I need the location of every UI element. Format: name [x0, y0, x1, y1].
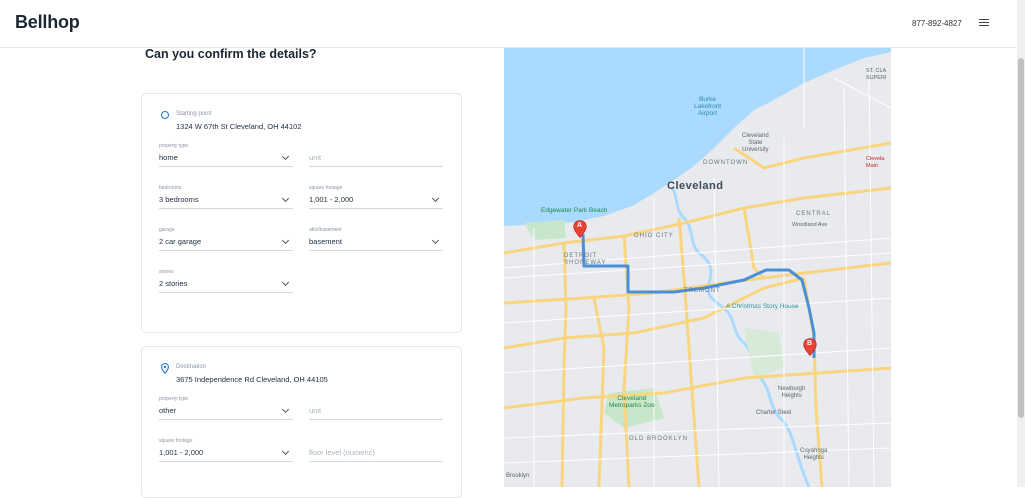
map-label-brooklyn: Brooklyn	[506, 473, 530, 479]
page-title: Can you confirm the details?	[145, 47, 317, 61]
map-label-edgewater: Edgewater Park Beach	[541, 207, 608, 214]
field-underline	[159, 419, 293, 420]
dest-sqft-select[interactable]: 1,001 - 2,000	[159, 448, 203, 457]
map-label-detroit-shoreway: DETROIT SHOREWAY	[564, 253, 607, 266]
marker-a-label: A	[577, 222, 583, 229]
start-stories-select[interactable]: 2 stories	[159, 279, 187, 288]
start-attic-select[interactable]: basement	[309, 237, 342, 246]
field-underline	[159, 461, 293, 462]
starting-address: 1324 W 67th St Cleveland, OH 44102	[176, 122, 302, 131]
field-underline	[309, 419, 443, 420]
starting-point-heading: Starting point	[176, 111, 212, 117]
start-bedrooms-label: bedrooms	[159, 185, 182, 191]
bellhop-logo[interactable]: Bellhop	[15, 12, 80, 33]
map-label-central: CENTRAL	[796, 211, 832, 217]
map-label-charter-steel: Charter Steel	[756, 410, 792, 416]
destination-address: 3675 Independence Rd Cleveland, OH 44105	[176, 375, 328, 384]
top-header: Bellhop 877-892-4827	[0, 0, 1017, 48]
start-property-type-label: property type	[159, 143, 189, 149]
map-label-old-brooklyn: OLD BROOKLYN	[629, 436, 688, 442]
map-label-zoo: Cleveland Metroparks Zoo	[609, 395, 655, 409]
dest-sqft-label: square footage	[159, 438, 193, 444]
chevron-down-icon[interactable]	[281, 152, 290, 161]
chevron-down-icon[interactable]	[281, 405, 290, 414]
start-unit-input[interactable]: unit	[309, 153, 321, 162]
destination-card: Destination 3675 Independence Rd Clevela…	[141, 346, 462, 498]
start-sqft-label: square footage	[309, 185, 343, 191]
dest-unit-input[interactable]: unit	[309, 406, 321, 415]
map-label-newburgh: Newburgh Heights	[778, 386, 806, 399]
page-scrollbar[interactable]	[1017, 0, 1025, 487]
hamburger-menu-icon[interactable]	[979, 19, 989, 27]
field-underline	[309, 166, 443, 167]
chevron-down-icon[interactable]	[431, 236, 440, 245]
field-underline	[309, 250, 443, 251]
field-underline	[159, 292, 293, 293]
start-sqft-select[interactable]: 1,001 - 2,000	[309, 195, 353, 204]
chevron-down-icon[interactable]	[431, 194, 440, 203]
field-underline	[309, 208, 443, 209]
location-pin-icon	[161, 363, 169, 374]
chevron-down-icon[interactable]	[281, 236, 290, 245]
chevron-down-icon[interactable]	[281, 278, 290, 287]
starting-point-card: Starting point 1324 W 67th St Cleveland,…	[141, 93, 462, 333]
map-label-downtown: DOWNTOWN	[703, 160, 749, 166]
map-label-csu: Cleveland State University	[742, 133, 769, 153]
field-underline	[309, 461, 443, 462]
start-circle-icon	[161, 111, 169, 119]
map-label-woodland: Woodland Ave	[792, 222, 828, 228]
dest-floor-level-input[interactable]: floor level (numeric)	[309, 448, 375, 457]
field-underline	[159, 166, 293, 167]
route-map[interactable]: A B Cleveland Burke Lakefront Airport Cl…	[504, 48, 891, 487]
phone-number-link[interactable]: 877-892-4827	[912, 19, 962, 28]
chevron-down-icon[interactable]	[281, 447, 290, 456]
field-underline	[159, 250, 293, 251]
scrollbar-thumb[interactable]	[1018, 58, 1024, 418]
marker-b-label: B	[807, 340, 813, 347]
field-underline	[159, 208, 293, 209]
map-label-ohio-city: OHIO CITY	[634, 233, 674, 239]
map-label-cuyahoga-heights: Cuyahoga Heights	[800, 448, 828, 461]
map-label-christmas-story: A Christmas Story House	[726, 303, 799, 310]
start-bedrooms-select[interactable]: 3 bedrooms	[159, 195, 199, 204]
map-label-st-clair: ST. CLA SUPERI	[866, 68, 887, 81]
start-attic-label: attic/basement	[309, 227, 342, 233]
map-label-tremont: TREMONT	[684, 288, 721, 294]
start-property-type-select[interactable]: home	[159, 153, 178, 162]
start-garage-select[interactable]: 2 car garage	[159, 237, 201, 246]
start-garage-label: garage	[159, 227, 175, 233]
destination-heading: Destination	[176, 364, 207, 370]
map-city-label: Cleveland	[667, 180, 724, 192]
start-stories-label: stories	[159, 269, 174, 275]
map-label-burke: Burke Lakefront Airport	[694, 96, 722, 117]
map-label-cleveland-main: Clevela Main	[866, 156, 885, 169]
chevron-down-icon[interactable]	[281, 194, 290, 203]
dest-property-type-select[interactable]: other	[159, 406, 176, 415]
dest-property-type-label: property type	[159, 396, 189, 402]
